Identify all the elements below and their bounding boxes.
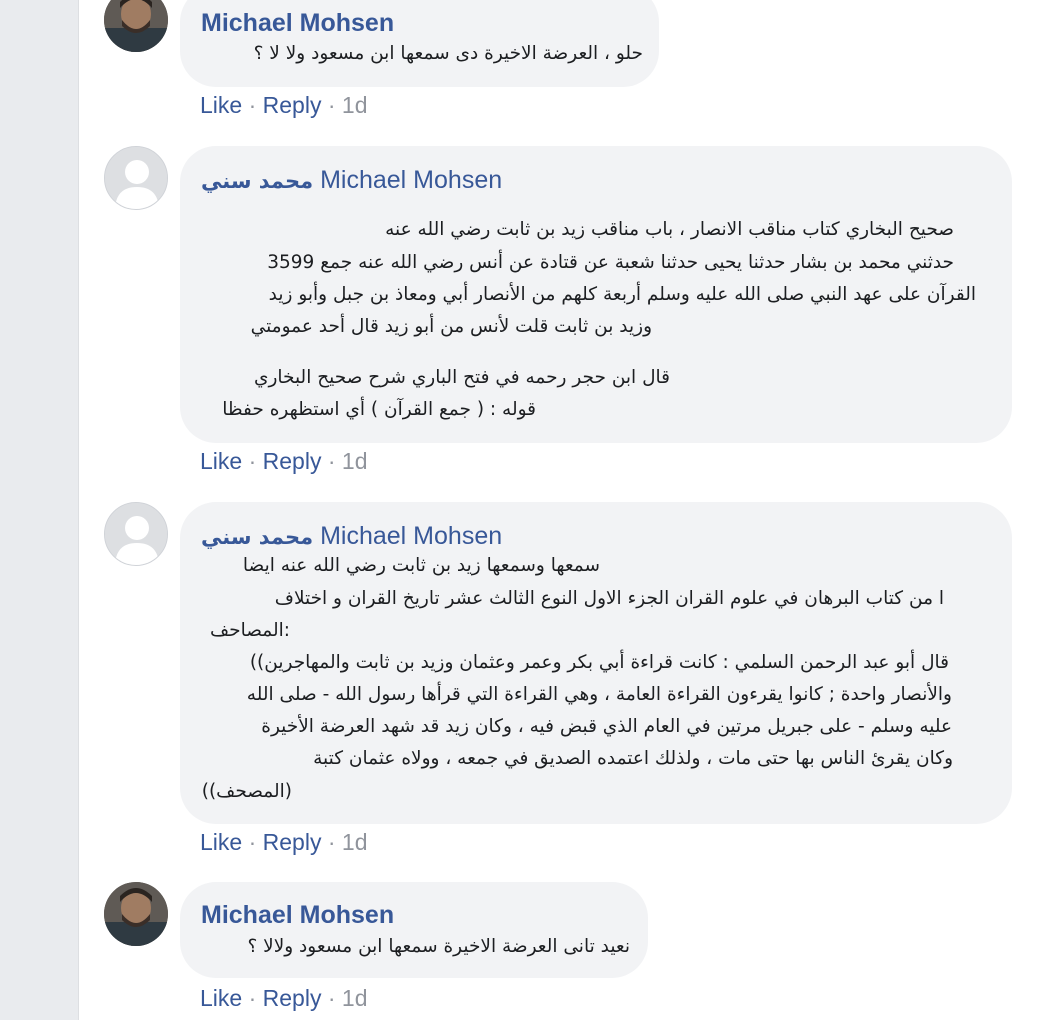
comment-actions: Like · Reply · 1d — [200, 828, 368, 856]
avatar[interactable] — [104, 502, 168, 566]
author-name[interactable]: Michael Mohsen — [201, 901, 394, 929]
comment-text-line: حلو ، العرضة الاخيرة دى سمعها ابن مسعود … — [253, 43, 643, 64]
separator: · — [248, 448, 257, 474]
comment-text-line: والأنصار واحدة ; كانوا يقرءون القراءة ال… — [246, 684, 952, 705]
comment-author[interactable]: Michael Mohsen — [201, 8, 394, 38]
comment-text-line: وزيد بن ثابت قلت لأنس من أبو زيد قال أحد… — [250, 316, 652, 337]
default-user-icon — [105, 147, 167, 209]
separator: · — [327, 448, 336, 474]
comment-author[interactable]: محمد سني Michael Mohsen — [201, 521, 502, 552]
separator: · — [248, 985, 257, 1011]
comment-bubble: Michael Mohsen نعيد تانى العرضة الاخيرة … — [180, 882, 648, 978]
like-link[interactable]: Like — [200, 985, 242, 1011]
comment-bubble: Michael Mohsen حلو ، العرضة الاخيرة دى س… — [180, 0, 659, 87]
comment-text-line: صحيح البخاري كتاب مناقب الانصار ، باب من… — [385, 219, 954, 240]
author-name-arabic[interactable]: محمد سني — [201, 525, 313, 549]
comment-text-line: عليه وسلم - على جبريل مرتين في العام الذ… — [261, 716, 952, 737]
comment-text-line: قال ابن حجر رحمه في فتح الباري شرح صحيح … — [253, 367, 670, 388]
separator: · — [327, 985, 336, 1011]
comment-author[interactable]: محمد سني Michael Mohsen — [201, 165, 502, 196]
comment-text-line: القرآن على عهد النبي صلى الله عليه وسلم … — [268, 284, 976, 305]
comment-text-line: (المصحف)) — [201, 781, 292, 802]
author-name-arabic[interactable]: محمد سني — [201, 169, 313, 193]
comment-text-line: نعيد تانى العرضة الاخيرة سمعها ابن مسعود… — [247, 936, 630, 957]
reply-link[interactable]: Reply — [263, 92, 322, 118]
reply-link[interactable]: Reply — [263, 829, 322, 855]
comment-bubble: محمد سني Michael Mohsen صحيح البخاري كتا… — [180, 146, 1012, 443]
author-name[interactable]: Michael Mohsen — [320, 522, 502, 550]
comment-text-line: قوله : ( جمع القرآن ) أي استظهره حفظا — [222, 399, 536, 420]
comment-text-line: :المصاحف — [210, 620, 290, 641]
comment-text-line: قال أبو عبد الرحمن السلمي : كانت قراءة أ… — [249, 652, 949, 673]
comment-actions: Like · Reply · 1d — [200, 91, 368, 119]
timestamp[interactable]: 1d — [342, 829, 368, 855]
reply-link[interactable]: Reply — [263, 448, 322, 474]
comment-text-line: سمعها وسمعها زيد بن ثابت رضي الله عنه اي… — [242, 555, 600, 576]
comment-bubble: محمد سني Michael Mohsen سمعها وسمعها زيد… — [180, 502, 1012, 824]
separator: · — [327, 92, 336, 118]
comment-actions: Like · Reply · 1d — [200, 984, 368, 1012]
like-link[interactable]: Like — [200, 92, 242, 118]
like-link[interactable]: Like — [200, 829, 242, 855]
avatar[interactable] — [104, 0, 168, 52]
default-user-icon — [105, 503, 167, 565]
author-name[interactable]: Michael Mohsen — [320, 166, 502, 194]
timestamp[interactable]: 1d — [342, 92, 368, 118]
comment-text-line: وكان يقرئ الناس بها حتى مات ، ولذلك اعتم… — [313, 748, 953, 769]
separator: · — [327, 829, 336, 855]
user-photo-icon — [104, 0, 168, 52]
user-photo-icon — [104, 882, 168, 946]
left-sidebar — [0, 0, 79, 1020]
author-name[interactable]: Michael Mohsen — [201, 9, 394, 37]
comment-text-line: حدثني محمد بن بشار حدثنا يحيى حدثنا شعبة… — [267, 252, 954, 273]
separator: · — [248, 92, 257, 118]
avatar[interactable] — [104, 146, 168, 210]
reply-link[interactable]: Reply — [263, 985, 322, 1011]
avatar[interactable] — [104, 882, 168, 946]
timestamp[interactable]: 1d — [342, 448, 368, 474]
timestamp[interactable]: 1d — [342, 985, 368, 1011]
separator: · — [248, 829, 257, 855]
like-link[interactable]: Like — [200, 448, 242, 474]
comment-text-line: ا من كتاب البرهان في علوم القران الجزء ا… — [274, 588, 944, 609]
comment-actions: Like · Reply · 1d — [200, 447, 368, 475]
comment-author[interactable]: Michael Mohsen — [201, 900, 394, 930]
